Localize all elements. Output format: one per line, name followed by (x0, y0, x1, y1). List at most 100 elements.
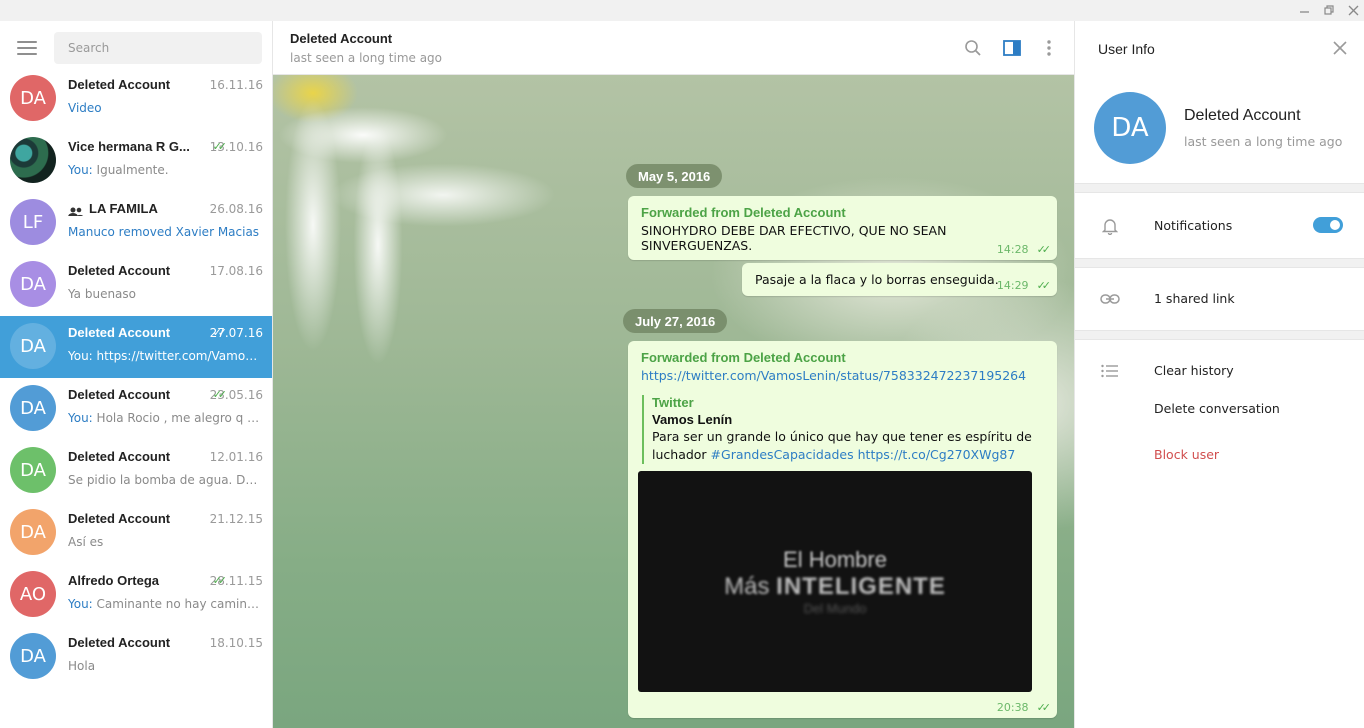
notifications-toggle[interactable] (1313, 217, 1343, 233)
section-divider (1075, 183, 1364, 193)
notifications-label: Notifications (1154, 218, 1233, 233)
sidebar-toggle-icon[interactable] (1001, 37, 1023, 59)
chat-list-item[interactable]: DA Deleted Account 16.11.16 Video (0, 68, 272, 130)
preview-sender: You: (68, 597, 97, 611)
close-icon[interactable] (1341, 0, 1364, 21)
chat-name-text: Alfredo Ortega (68, 573, 160, 588)
restore-icon[interactable] (1317, 0, 1341, 21)
more-vertical-icon[interactable] (1038, 37, 1060, 59)
chat-list-item[interactable]: DA Deleted Account 21.12.15 Así es (0, 502, 272, 564)
user-status: last seen a long time ago (1184, 134, 1343, 149)
preview-text: Manuco removed Xavier Macias (68, 225, 260, 239)
preview-image[interactable]: El Hombre Más INTELIGENTE Del Mundo (638, 471, 1032, 692)
avatar: DA (10, 633, 56, 679)
date-separator: May 5, 2016 (626, 164, 723, 188)
chat-preview: You: Igualmente. (68, 163, 262, 177)
chat-list-item[interactable]: DA Deleted Account 27.07.16 ✓✓ You: https://… (0, 316, 272, 378)
link-preview[interactable]: Twitter Vamos Lenín Para ser un grande l… (642, 395, 1045, 464)
chat-name-text: Vice hermana R G... (68, 139, 190, 154)
conversation-panel: Deleted Account last seen a long time ag… (273, 21, 1074, 728)
section-divider (1075, 258, 1364, 268)
preview-text: Se pidio la bomba de agua. Debe llegar p… (68, 473, 262, 487)
chat-date: 21.12.15 (209, 512, 263, 526)
message-forwarded[interactable]: Forwarded from Deleted Account SINOHYDRO… (628, 196, 1057, 260)
chat-preview: You: https://twitter.com/VamosLenin/stat… (68, 349, 262, 363)
chat-preview: Así es (68, 535, 262, 549)
conversation-title[interactable]: Deleted Account (290, 31, 392, 46)
chat-list-item[interactable]: Vice hermana R G... 13.10.16 ✓✓ You: Igualm… (0, 130, 272, 192)
preview-text: Caminante no hay camino se hace camino a… (96, 597, 262, 611)
double-check-icon: ✓✓ (212, 140, 228, 153)
chat-list-item[interactable]: LF LA FAMILA 26.08.16 Manuco removed Xavier… (0, 192, 272, 254)
forwarded-from-label[interactable]: Forwarded from Deleted Account (641, 205, 846, 220)
preview-url[interactable]: https://t.co/Cg270XWg87 (858, 447, 1016, 462)
chat-list-item[interactable]: DA Deleted Account 18.10.15 Hola (0, 626, 272, 688)
preview-text: Video (68, 101, 102, 115)
message-text: Pasaje a la flaca y lo borras enseguida. (755, 272, 999, 287)
chat-date: 17.08.16 (209, 264, 263, 278)
chat-name-text: Deleted Account (68, 77, 171, 92)
chat-name: Alfredo Ortega (68, 573, 208, 588)
date-separator: July 27, 2016 (623, 309, 728, 333)
double-check-icon: ✓✓ (212, 574, 228, 587)
user-info-title: User Info (1098, 41, 1155, 57)
chat-date: 18.10.15 (209, 636, 263, 650)
section-divider (1075, 330, 1364, 340)
clear-history-button[interactable]: Clear history (1154, 363, 1234, 378)
message-meta: 14:29 ✓✓ (996, 279, 1052, 292)
chat-name-text: Deleted Account (68, 263, 171, 278)
conversation-status: last seen a long time ago (290, 51, 443, 65)
delete-conversation-button[interactable]: Delete conversation (1154, 401, 1280, 416)
chat-preview: You: Caminante no hay camino se hace cam… (68, 597, 262, 611)
forwarded-from-label[interactable]: Forwarded from Deleted Account (641, 350, 846, 365)
chat-list-item[interactable]: DA Deleted Account 23.05.16 ✓✓ You: Hola Roc… (0, 378, 272, 440)
message-meta: 14:28 ✓✓ (997, 243, 1051, 256)
preview-hashtag[interactable]: #GrandesCapacidades (711, 447, 854, 462)
chat-list-item[interactable]: AO Alfredo Ortega 28.11.15 ✓✓ You: Caminante… (0, 564, 272, 626)
message-time: 14:29 (996, 279, 1029, 292)
image-caption-word-bold: INTELIGENTE (776, 573, 946, 600)
message-meta: 20:38 ✓✓ (996, 701, 1051, 714)
user-name: Deleted Account (1184, 107, 1301, 124)
avatar: DA (10, 323, 56, 369)
menu-icon[interactable] (17, 41, 37, 55)
avatar: DA (10, 509, 56, 555)
chat-preview: You: Hola Rocio , me alegro q la pasaras… (68, 411, 262, 425)
chat-name: Deleted Account (68, 263, 208, 278)
image-caption-line1: El Hombre (783, 547, 887, 572)
chat-date: 26.08.16 (209, 202, 263, 216)
bell-icon (1100, 216, 1120, 236)
shared-links-item[interactable]: 1 shared link (1154, 291, 1235, 306)
double-check-icon: ✓✓ (1036, 279, 1052, 292)
chat-list-item[interactable]: DA Deleted Account 12.01.16 Se pidio la bom… (0, 440, 272, 502)
chat-date: 12.01.16 (209, 450, 263, 464)
message-link[interactable]: https://twitter.com/VamosLenin/status/75… (641, 368, 1026, 383)
chat-list-header (0, 21, 272, 73)
message-outgoing[interactable]: Pasaje a la flaca y lo borras enseguida.… (742, 263, 1057, 296)
chat-name-text: Deleted Account (68, 387, 171, 402)
chat-name: LA FAMILA (68, 201, 208, 216)
preview-text: Ya buenaso (68, 287, 137, 301)
chat-list-item[interactable]: DA Deleted Account 17.08.16 Ya buenaso (0, 254, 272, 316)
search-input[interactable] (54, 32, 262, 64)
window-titlebar (0, 0, 1364, 21)
message-time: 20:38 (996, 701, 1029, 714)
chat-list-panel: AMExcelente me alegroDADeleted Account16… (0, 21, 273, 728)
minimize-icon[interactable] (1292, 0, 1316, 21)
user-info-panel: User Info DA Deleted Account last seen a… (1074, 21, 1364, 728)
group-icon (68, 205, 84, 216)
message-forwarded-link[interactable]: Forwarded from Deleted Account https://t… (628, 341, 1057, 718)
search-icon[interactable] (962, 37, 984, 59)
preview-description: Para ser un grande lo único que hay que … (652, 428, 1045, 464)
avatar[interactable]: DA (1094, 92, 1166, 164)
chat-name-text: Deleted Account (68, 449, 171, 464)
close-panel-icon[interactable] (1331, 39, 1349, 57)
avatar: DA (10, 385, 56, 431)
block-user-button[interactable]: Block user (1154, 447, 1219, 462)
chat-name: Vice hermana R G... (68, 139, 208, 154)
list-icon (1100, 361, 1120, 381)
chat-name-text: Deleted Account (68, 635, 171, 650)
preview-sender: You: (68, 349, 97, 363)
chat-preview: Video (68, 101, 262, 115)
preview-sender: You: (68, 163, 97, 177)
